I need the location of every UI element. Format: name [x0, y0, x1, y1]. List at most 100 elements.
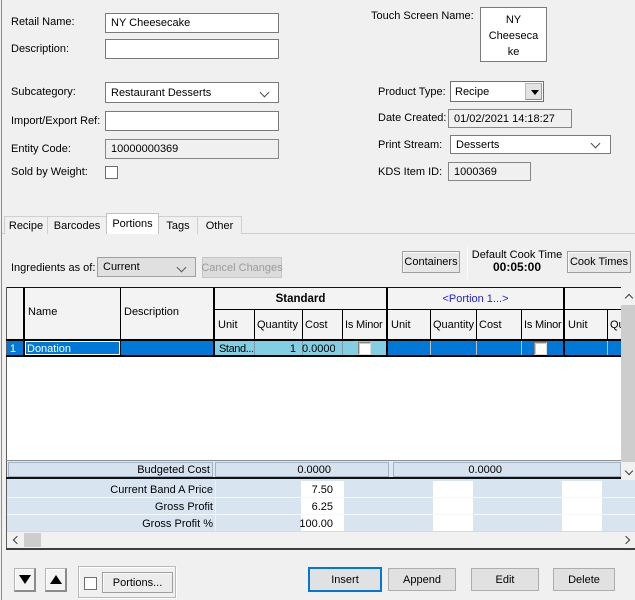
- edit-label: Edit: [496, 574, 515, 586]
- row-name-cell[interactable]: Donation: [27, 343, 119, 356]
- hscrollbar-track[interactable]: [7, 532, 635, 548]
- move-down-button[interactable]: [14, 568, 36, 592]
- description-label: Description:: [11, 43, 69, 56]
- move-up-button[interactable]: [45, 568, 67, 592]
- col-header-p1-isminor[interactable]: Is Minor: [524, 319, 566, 332]
- chevron-down-icon: [177, 263, 187, 273]
- sold-by-weight-label: Sold by Weight:: [11, 166, 88, 179]
- grid-bottom-border: [6, 548, 635, 550]
- vline-name-desc: [120, 288, 121, 357]
- append-button[interactable]: Append: [388, 568, 456, 591]
- touch-screen-name-input[interactable]: NY Cheeseca ke: [480, 7, 547, 62]
- col-header-name[interactable]: Name: [28, 306, 116, 319]
- col-header-std-quantity[interactable]: Quantity: [257, 319, 300, 332]
- dropdown-arrow-icon: [531, 90, 539, 95]
- vscrollbar-thumb[interactable]: [621, 305, 635, 462]
- delete-button[interactable]: Delete: [553, 568, 615, 591]
- col-header-p1-unit[interactable]: Unit: [391, 319, 428, 332]
- row-std-quantity-cell[interactable]: 1: [254, 343, 296, 356]
- portions-button[interactable]: Portions...: [102, 572, 173, 593]
- description-input[interactable]: [105, 39, 279, 59]
- date-created-input: 01/02/2021 14:18:27: [448, 109, 572, 128]
- print-stream-dropdown[interactable]: Desserts: [450, 135, 611, 154]
- subcategory-value: Restaurant Desserts: [111, 87, 211, 99]
- summary-label-1: Current Band A Price: [7, 484, 217, 497]
- import-export-ref-input[interactable]: [105, 111, 279, 131]
- portions-checkbox[interactable]: [84, 577, 97, 590]
- subline-7: [607, 309, 608, 339]
- tab-other-label: Other: [206, 220, 234, 232]
- row-std-unit-cell[interactable]: Stand...: [219, 343, 253, 356]
- row-std-cost-cell[interactable]: 0.0000: [302, 343, 335, 356]
- cook-times-label: Cook Times: [570, 256, 628, 268]
- touch-screen-name-line1: NY: [481, 12, 546, 28]
- row-number[interactable]: 1: [6, 343, 16, 356]
- col-header-unit2[interactable]: Unit: [568, 319, 605, 332]
- chevron-down-icon: [591, 139, 601, 149]
- group-header-portion1[interactable]: <Portion 1...>: [388, 293, 563, 306]
- grid-body-bg: [7, 357, 621, 460]
- summary-cell-c3: [562, 515, 602, 531]
- summary-cell-c2: [562, 498, 602, 514]
- product-type-label: Product Type:: [378, 86, 446, 99]
- retail-name-value: NY Cheesecake: [111, 17, 190, 29]
- summary-cell-b3: [433, 515, 473, 531]
- row-std-isminor-checkbox[interactable]: [358, 342, 371, 355]
- group-underline: [213, 309, 621, 310]
- entity-code-value: 10000000369: [111, 143, 178, 155]
- portions-label: Portions...: [113, 577, 163, 589]
- grid-top-border: [6, 287, 621, 288]
- subline-2: [302, 309, 303, 339]
- budgeted-cost-std-value: 0.0000: [215, 464, 331, 477]
- tab-portions[interactable]: Portions: [106, 213, 159, 234]
- col-header-std-unit[interactable]: Unit: [218, 319, 252, 332]
- col-header-p1-cost[interactable]: Cost: [479, 319, 519, 332]
- ingredients-as-of-dropdown[interactable]: Current: [97, 257, 196, 277]
- delete-label: Delete: [568, 574, 600, 586]
- cancel-changes-button[interactable]: Cancel Changes: [202, 257, 282, 278]
- hscrollbar-thumb[interactable]: [24, 533, 41, 547]
- kds-item-id-label: KDS Item ID:: [378, 166, 442, 179]
- edit-button[interactable]: Edit: [471, 568, 539, 591]
- row-sep-blue-3: [521, 341, 522, 355]
- touch-screen-name-line3: ke: [481, 44, 546, 60]
- subline-3: [342, 309, 343, 339]
- retail-name-input[interactable]: NY Cheesecake: [105, 13, 279, 33]
- col-header-description[interactable]: Description: [124, 306, 210, 319]
- col-header-std-cost[interactable]: Cost: [305, 319, 340, 332]
- row-sep-blue-2: [476, 341, 477, 355]
- col-header-p1-quantity[interactable]: Quantity: [433, 319, 474, 332]
- tab-recipe[interactable]: Recipe: [4, 216, 48, 234]
- summary-label-3: Gross Profit %: [7, 518, 217, 531]
- summary-cell-b2: [433, 498, 473, 514]
- subcategory-dropdown[interactable]: Restaurant Desserts: [105, 82, 279, 103]
- col-header-std-isminor[interactable]: Is Minor: [345, 319, 386, 332]
- tab-tags[interactable]: Tags: [158, 216, 198, 234]
- chevron-down-icon: [260, 88, 270, 98]
- containers-button[interactable]: Containers: [402, 251, 460, 273]
- product-type-dropdown[interactable]: Recipe: [450, 81, 544, 102]
- touch-screen-name-line2: Cheeseca: [481, 28, 546, 44]
- group-sep-3: [563, 288, 565, 357]
- summary-value-1: 7.50: [298, 484, 333, 497]
- budgeted-cost-label: Budgeted Cost: [8, 464, 210, 477]
- tab-other[interactable]: Other: [197, 216, 242, 234]
- summary-value-2: 6.25: [298, 501, 333, 514]
- tab-portions-label: Portions: [112, 218, 152, 230]
- default-cook-time-value: 00:05:00: [468, 261, 566, 274]
- row-p1-isminor-checkbox[interactable]: [534, 342, 547, 355]
- tab-barcodes[interactable]: Barcodes: [47, 216, 107, 234]
- row-sep-blue-1: [430, 341, 431, 355]
- tab-recipe-label: Recipe: [9, 220, 43, 232]
- tab-barcodes-label: Barcodes: [54, 220, 100, 232]
- window-left-border: [1, 0, 2, 600]
- sold-by-weight-checkbox[interactable]: [105, 166, 118, 179]
- cook-times-button[interactable]: Cook Times: [567, 251, 631, 273]
- insert-button[interactable]: Insert: [308, 567, 382, 592]
- tab-tags-label: Tags: [166, 220, 189, 232]
- product-type-dropdown-button[interactable]: [525, 83, 542, 100]
- print-stream-label: Print Stream:: [378, 139, 442, 152]
- date-created-value: 01/02/2021 14:18:27: [454, 113, 555, 125]
- group-header-standard[interactable]: Standard: [215, 293, 386, 306]
- append-label: Append: [403, 574, 441, 586]
